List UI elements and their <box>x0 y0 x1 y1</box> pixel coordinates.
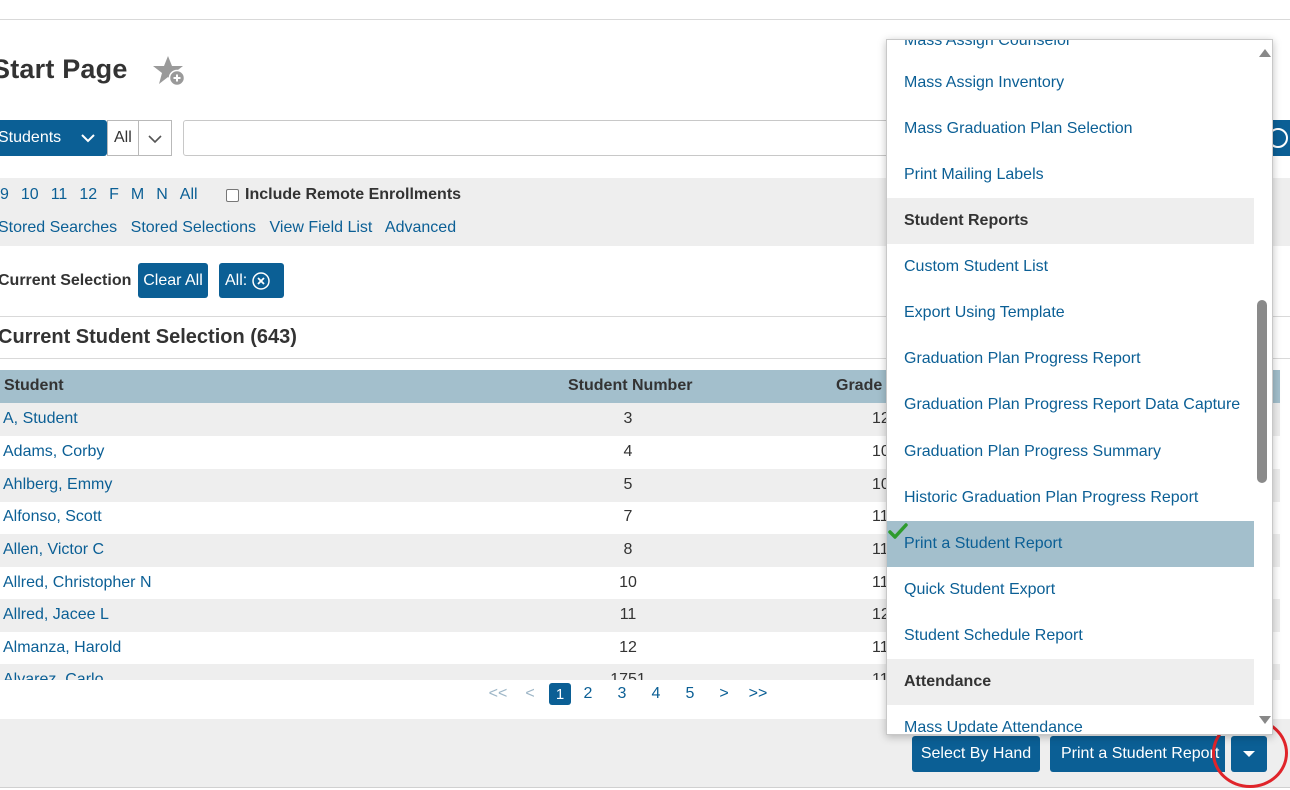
search-filter-label: All <box>114 129 132 146</box>
select-divider <box>138 121 139 155</box>
menu-item-mass-update-attendance[interactable]: Mass Update Attendance <box>887 705 1254 734</box>
column-header-student[interactable]: Student <box>4 377 64 395</box>
student-number: 8 <box>623 541 633 558</box>
scroll-down-icon[interactable] <box>1259 716 1271 724</box>
section-title: Current Student Selection (643) <box>0 326 297 348</box>
stored-selections-link[interactable]: Stored Selections <box>131 219 256 236</box>
pager-page-1[interactable]: 1 <box>549 683 571 705</box>
pager-prev[interactable]: < <box>523 685 537 703</box>
column-header-student-number[interactable]: Student Number <box>568 377 692 395</box>
student-name-link[interactable]: Almanza, Harold <box>3 639 121 657</box>
student-name-link[interactable]: Alvarez, Carlo <box>3 671 103 680</box>
grade-link-12[interactable]: 12 <box>79 186 97 204</box>
menu-item-print-a-student-report[interactable]: Print a Student Report <box>887 521 1254 567</box>
print-student-report-button[interactable]: Print a Student Report <box>1050 736 1225 772</box>
chevron-down-icon <box>148 135 162 144</box>
include-remote-checkbox[interactable] <box>226 189 239 202</box>
menu-item-graduation-plan-progress-report-data-capture[interactable]: Graduation Plan Progress Report Data Cap… <box>887 382 1254 428</box>
menu-header-attendance: Attendance <box>887 659 1254 705</box>
pagination: << < 1 2 3 4 5 > >> <box>487 682 769 706</box>
student-name-link[interactable]: A, Student <box>3 410 78 428</box>
view-field-list-link[interactable]: View Field List <box>270 219 373 236</box>
grade-link-all[interactable]: All <box>180 186 198 204</box>
scroll-up-icon[interactable] <box>1259 49 1271 57</box>
search-filter-select[interactable]: All <box>107 120 172 156</box>
star-plus-icon[interactable] <box>153 55 187 89</box>
menu-item-graduation-plan-progress-summary[interactable]: Graduation Plan Progress Summary <box>887 429 1254 475</box>
top-divider <box>0 19 1290 20</box>
checkmark-icon <box>888 523 908 539</box>
pager-page-3[interactable]: 3 <box>617 685 627 703</box>
include-remote-label: Include Remote Enrollments <box>245 186 462 203</box>
grade-links: 9 10 11 12 F M N All <box>0 186 210 204</box>
search-scope-select[interactable]: Students <box>0 120 107 156</box>
close-icon[interactable] <box>252 272 270 290</box>
pager-page-2[interactable]: 2 <box>583 685 593 703</box>
student-number: 4 <box>623 443 633 460</box>
grade-link-11[interactable]: 11 <box>51 186 68 204</box>
menu-item-custom-student-list[interactable]: Custom Student List <box>887 244 1254 290</box>
menu-item-graduation-plan-progress-report[interactable]: Graduation Plan Progress Report <box>887 336 1254 382</box>
selection-chip-label: All: <box>225 271 248 289</box>
chevron-down-icon <box>81 134 95 143</box>
student-number: 5 <box>623 476 633 493</box>
grade-link-f[interactable]: F <box>109 186 119 204</box>
student-name-link[interactable]: Allred, Jacee L <box>3 606 109 624</box>
grade-link-n[interactable]: N <box>156 186 168 204</box>
select-by-hand-button[interactable]: Select By Hand <box>912 736 1040 772</box>
pager-first[interactable]: << <box>487 685 509 703</box>
stored-searches-link[interactable]: Stored Searches <box>0 219 117 236</box>
selection-chip[interactable]: All: <box>219 263 284 298</box>
menu-scrollbar[interactable] <box>1254 40 1272 734</box>
page-title: Start Page <box>0 54 128 84</box>
menu-item-print-mailing-labels[interactable]: Print Mailing Labels <box>887 152 1254 198</box>
menu-item-export-using-template[interactable]: Export Using Template <box>887 290 1254 336</box>
menu-item-mass-graduation-plan-selection[interactable]: Mass Graduation Plan Selection <box>887 106 1254 152</box>
student-number: 11 <box>619 606 637 623</box>
student-name-link[interactable]: Ahlberg, Emmy <box>3 476 112 494</box>
student-number: 7 <box>623 508 633 525</box>
student-number: 12 <box>619 639 637 656</box>
student-number: 10 <box>619 574 637 591</box>
pager-page-5[interactable]: 5 <box>685 685 695 703</box>
grade-link-10[interactable]: 10 <box>21 186 39 204</box>
pager-last[interactable]: >> <box>747 685 769 703</box>
search-scope-label: Students <box>0 129 62 146</box>
column-header-grade[interactable]: Grade <box>836 377 882 395</box>
start-page: Start Page Students All 9 10 11 12 F M N <box>0 0 1290 790</box>
menu-item-quick-student-export[interactable]: Quick Student Export <box>887 567 1254 613</box>
menu-header-student-reports: Student Reports <box>887 198 1254 244</box>
menu-item-historic-graduation-plan-progress-report[interactable]: Historic Graduation Plan Progress Report <box>887 475 1254 521</box>
student-name-link[interactable]: Alfonso, Scott <box>3 508 102 526</box>
menu-item-label: Print a Student Report <box>904 535 1063 552</box>
grade-link-9[interactable]: 9 <box>0 186 9 204</box>
search-links: Stored Searches Stored Selections View F… <box>0 219 465 237</box>
student-name-link[interactable]: Adams, Corby <box>3 443 104 461</box>
pager-next[interactable]: > <box>717 685 731 703</box>
student-name-link[interactable]: Allen, Victor C <box>3 541 104 559</box>
menu-item-student-schedule-report[interactable]: Student Schedule Report <box>887 613 1254 659</box>
student-number: 3 <box>623 410 633 427</box>
student-number: 1751 <box>610 671 646 680</box>
menu-item-mass-assign-inventory[interactable]: Mass Assign Inventory <box>887 60 1254 106</box>
clear-all-button[interactable]: Clear All <box>138 263 208 298</box>
report-dropdown-menu: Mass Assign Counselor Mass Assign Invent… <box>886 39 1273 735</box>
student-name-link[interactable]: Allred, Christopher N <box>3 574 152 592</box>
current-selection-label: Current Selection <box>0 272 132 289</box>
advanced-link[interactable]: Advanced <box>385 219 456 236</box>
grade-link-m[interactable]: M <box>131 186 144 204</box>
scrollbar-thumb[interactable] <box>1257 300 1267 483</box>
pager-page-4[interactable]: 4 <box>651 685 661 703</box>
